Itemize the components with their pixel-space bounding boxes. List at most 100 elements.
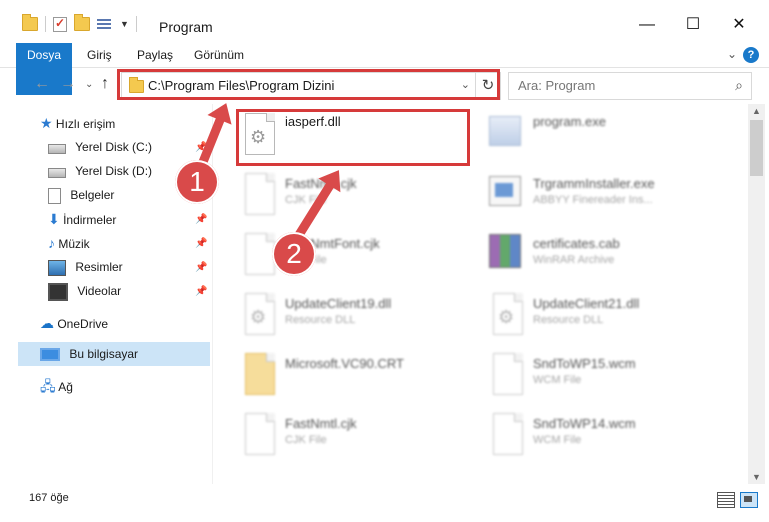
status-bar: 167 öğe — [0, 486, 769, 510]
blank-file-icon — [241, 413, 275, 455]
blank-file-icon — [489, 413, 523, 455]
onedrive-icon: ☁ — [40, 315, 54, 331]
chevron-down-icon[interactable]: ▼ — [120, 19, 129, 29]
scroll-thumb[interactable] — [750, 120, 763, 176]
sidebar-item-this-pc[interactable]: Bu bilgisayar — [40, 343, 138, 365]
sidebar-item-local-disk-c[interactable]: Yerel Disk (C:) — [48, 136, 152, 158]
minimize-button[interactable]: — — [624, 10, 670, 40]
navigation-pane: ★ Hızlı erişim Yerel Disk (C:) 📌 Yerel D… — [0, 104, 213, 484]
up-arrow-icon[interactable]: ↑ — [101, 75, 109, 93]
file-item[interactable]: program.exe — [483, 108, 728, 160]
properties-check-icon[interactable] — [53, 16, 67, 32]
sidebar-item-label: Bu bilgisayar — [69, 347, 139, 361]
tab-view[interactable]: Görünüm — [194, 43, 244, 67]
file-item[interactable]: TrgrammInstaller.exe ABBYY Finereader In… — [483, 168, 728, 220]
file-item[interactable]: Microsoft.VC90.CRT — [235, 348, 480, 400]
forward-arrow-icon[interactable]: → — [60, 75, 76, 93]
sidebar-item-label: İndirmeler — [63, 213, 117, 227]
sidebar-item-local-disk-d[interactable]: Yerel Disk (D:) — [48, 160, 152, 182]
file-name: FastNmtl.cjk — [285, 416, 357, 431]
tab-share[interactable]: Paylaş — [137, 43, 173, 67]
quick-access-toolbar: ▼ — [22, 14, 137, 32]
installer-icon — [489, 176, 521, 206]
sidebar-item-label: Videolar — [77, 284, 122, 298]
winrar-icon — [489, 234, 521, 268]
sidebar-item-quick-access[interactable]: ★ Hızlı erişim — [40, 112, 115, 134]
file-item[interactable]: certificates.cab WinRAR Archive — [483, 228, 728, 280]
ribbon-tabs: Dosya Giriş Paylaş Görünüm ⌄ ? — [0, 43, 769, 95]
customize-toolbar-icon[interactable] — [97, 18, 113, 31]
downloads-icon: ⬇ — [48, 211, 60, 227]
item-count: 167 öğe — [29, 492, 69, 504]
file-item[interactable]: ⚙ UpdateClient19.dll Resource DLL — [235, 288, 480, 340]
toolbar-divider — [135, 16, 137, 32]
sidebar-item-label: Yerel Disk (C:) — [75, 140, 153, 154]
pictures-icon — [48, 259, 66, 276]
sidebar-item-label: Hızlı erişim — [55, 117, 116, 131]
this-pc-icon — [40, 348, 60, 362]
dll-file-icon: ⚙ — [241, 293, 275, 335]
title-bar: ▼ Program — ☐ ✕ — [0, 0, 769, 41]
search-placeholder: Ara: Program — [518, 78, 596, 93]
recent-locations-icon[interactable]: ⌄ — [85, 79, 93, 90]
sidebar-item-videos[interactable]: Videolar — [48, 280, 121, 302]
file-name: program.exe — [533, 114, 606, 129]
search-icon[interactable]: ⌕ — [735, 77, 743, 94]
network-icon: 🖧 — [40, 378, 56, 394]
pin-icon[interactable]: 📌 — [195, 238, 207, 249]
blank-file-icon — [489, 353, 523, 395]
blank-file-icon — [241, 173, 275, 215]
file-name: SndToWP14.wcm — [533, 416, 636, 431]
details-view-icon[interactable] — [717, 492, 735, 508]
dll-file-icon: ⚙ — [489, 293, 523, 335]
maximize-button[interactable]: ☐ — [670, 10, 716, 40]
file-item[interactable]: FastNmtl.cjk CJK File — [235, 408, 480, 460]
folder-icon — [22, 14, 38, 31]
step-badge-1: 1 — [175, 160, 219, 204]
videos-icon — [48, 282, 68, 301]
step-badge-2: 2 — [272, 232, 316, 276]
back-arrow-icon[interactable]: ← — [34, 75, 50, 93]
file-name: TrgrammInstaller.exe — [533, 176, 655, 191]
pin-icon[interactable]: 📌 — [195, 214, 207, 225]
file-type: WCM File — [533, 434, 582, 446]
file-name: UpdateClient19.dll — [285, 296, 392, 311]
sidebar-item-network[interactable]: 🖧 Ağ — [40, 375, 73, 397]
large-icons-view-icon[interactable] — [740, 492, 758, 508]
file-item[interactable]: FastNmtl.cjk CJK File — [235, 168, 480, 220]
file-highlight — [236, 109, 470, 166]
close-button[interactable]: ✕ — [716, 10, 762, 40]
blank-file-icon — [241, 233, 275, 275]
drive-icon — [48, 144, 66, 155]
file-name: certificates.cab — [533, 236, 620, 251]
search-input[interactable]: Ara: Program ⌕ — [508, 72, 752, 100]
sidebar-item-downloads[interactable]: ⬇ İndirmeler — [48, 208, 116, 230]
sidebar-item-label: OneDrive — [57, 317, 109, 331]
new-folder-icon[interactable] — [74, 14, 90, 31]
pin-icon[interactable]: 📌 — [195, 286, 207, 297]
file-item[interactable]: SndToWP15.wcm WCM File — [483, 348, 728, 400]
explorer-window: ▼ Program — ☐ ✕ Dosya Giriş Paylaş Görün… — [0, 0, 769, 522]
sidebar-item-onedrive[interactable]: ☁ OneDrive — [40, 312, 108, 334]
file-type: Resource DLL — [533, 314, 604, 326]
file-type: ABBYY Finereader Ins... — [533, 194, 653, 206]
help-button[interactable]: ? — [743, 47, 759, 63]
file-type: WinRAR Archive — [533, 254, 615, 266]
pin-icon[interactable]: 📌 — [195, 262, 207, 273]
expand-ribbon-icon[interactable]: ⌄ — [727, 47, 737, 61]
vertical-scrollbar[interactable]: ▲ ▼ — [748, 104, 765, 484]
drive-icon — [48, 168, 66, 179]
scroll-up-icon[interactable]: ▲ — [752, 106, 761, 116]
scroll-down-icon[interactable]: ▼ — [752, 472, 761, 482]
sidebar-item-pictures[interactable]: Resimler — [48, 256, 123, 278]
tab-home[interactable]: Giriş — [87, 43, 112, 67]
sidebar-item-label: Ağ — [58, 380, 73, 394]
sidebar-item-documents[interactable]: Belgeler — [48, 184, 114, 206]
file-item[interactable]: SndToWP14.wcm WCM File — [483, 408, 728, 460]
file-item[interactable]: ⚙ UpdateClient21.dll Resource DLL — [483, 288, 728, 340]
file-name: Microsoft.VC90.CRT — [285, 356, 404, 371]
documents-icon — [48, 187, 61, 204]
sidebar-item-label: Müzik — [58, 237, 90, 251]
star-icon: ★ — [40, 115, 53, 131]
sidebar-item-music[interactable]: ♪ Müzik — [48, 232, 90, 254]
